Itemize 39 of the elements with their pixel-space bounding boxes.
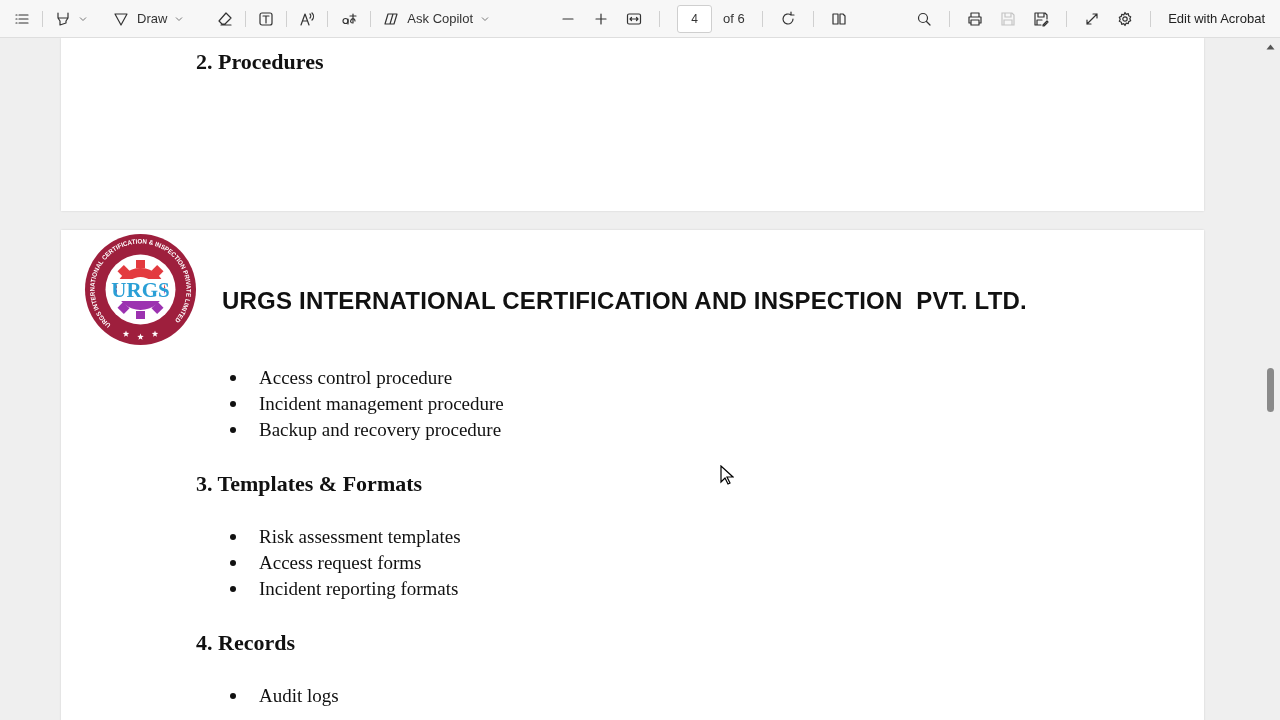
bullet-icon (230, 586, 236, 592)
bullet-icon (230, 693, 236, 699)
cursor-icon (720, 465, 734, 485)
save-as-icon[interactable] (1033, 10, 1050, 27)
two-page-icon[interactable] (830, 10, 847, 27)
bullet-icon (230, 534, 236, 540)
scrollbar-thumb[interactable] (1267, 368, 1274, 412)
text-box-icon[interactable] (258, 10, 275, 27)
list-item: Audit logs (259, 685, 339, 707)
page-count: of 6 (723, 11, 745, 26)
print-icon[interactable] (967, 10, 984, 27)
expand-icon[interactable] (1084, 10, 1101, 27)
fit-width-icon[interactable] (626, 10, 642, 27)
page-number-field[interactable]: 4 (677, 4, 712, 33)
highlighter-icon[interactable] (55, 10, 71, 27)
search-icon[interactable] (916, 10, 933, 27)
list-item: Incident management procedure (259, 393, 504, 415)
bullet-icon (230, 427, 236, 433)
eraser-icon[interactable] (217, 10, 234, 27)
section-heading: 4. Records (196, 629, 295, 657)
section-heading: 2. Procedures (196, 48, 324, 76)
scroll-up-icon[interactable] (1266, 44, 1275, 50)
section-heading: 3. Templates & Formats (196, 470, 423, 498)
list-item: Risk assessment templates (259, 526, 461, 548)
settings-icon[interactable] (1117, 10, 1134, 27)
ask-copilot-label[interactable]: Ask Copilot (407, 11, 474, 26)
list-item: Incident reporting formats (259, 578, 459, 600)
company-name: URGS INTERNATIONAL CERTIFICATION AND INSPECTION PVT. LTD. (222, 288, 1027, 316)
draw-label[interactable]: Draw (137, 11, 168, 26)
bullet-icon (230, 401, 236, 407)
pen-icon[interactable] (113, 10, 129, 27)
rotate-icon[interactable] (779, 10, 796, 27)
read-aloud-icon[interactable] (299, 10, 316, 27)
list-item: Backup and recovery procedure (259, 419, 502, 441)
bullet-icon (230, 560, 236, 566)
list-item: Access control procedure (259, 367, 453, 389)
bullet-icon (230, 375, 236, 381)
edit-with-acrobat-button[interactable]: Edit with Acrobat (1168, 11, 1265, 26)
list-item: Access request forms (259, 552, 422, 574)
